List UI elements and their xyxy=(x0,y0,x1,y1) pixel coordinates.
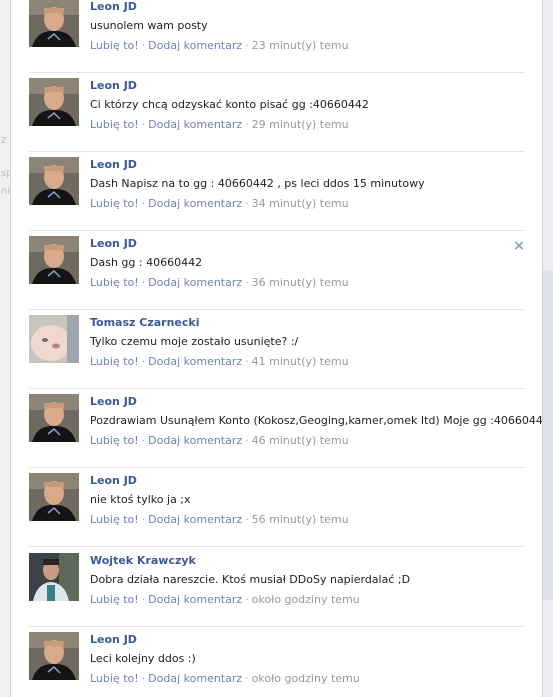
comment-author-link[interactable]: Leon JD xyxy=(90,158,137,171)
comment-timestamp: 34 minut(y) temu xyxy=(251,197,349,210)
add-comment-link[interactable]: Dodaj komentarz xyxy=(148,276,242,289)
comment-timestamp: około godziny temu xyxy=(251,672,360,685)
avatar[interactable] xyxy=(29,632,79,680)
comment-actions: Lubię to! · Dodaj komentarz · 29 minut(y) te… xyxy=(90,118,349,131)
avatar[interactable] xyxy=(29,236,79,284)
separator-dot: · xyxy=(245,197,249,210)
comment-item: Leon JD usunolem wam posty Lubię to! · Dod… xyxy=(29,0,525,73)
comment-text: Tylko czemu moje zostało usunięte? :/ xyxy=(90,335,299,348)
add-comment-link[interactable]: Dodaj komentarz xyxy=(148,197,242,210)
separator-dot: · xyxy=(141,276,146,289)
avatar[interactable] xyxy=(29,394,79,442)
like-link[interactable]: Lubię to! xyxy=(90,672,139,685)
add-comment-link[interactable]: Dodaj komentarz xyxy=(148,118,242,131)
like-link[interactable]: Lubię to! xyxy=(90,197,139,210)
comment-actions: Lubię to! · Dodaj komentarz · 23 minut(y) te… xyxy=(90,39,349,52)
comment-actions: Lubię to! · Dodaj komentarz · 46 minut(y) te… xyxy=(90,434,349,447)
add-comment-link[interactable]: Dodaj komentarz xyxy=(148,513,242,526)
comment-timestamp: 56 minut(y) temu xyxy=(251,513,349,526)
like-link[interactable]: Lubię to! xyxy=(90,39,139,52)
avatar[interactable] xyxy=(29,473,79,521)
like-link[interactable]: Lubię to! xyxy=(90,434,139,447)
like-link[interactable]: Lubię to! xyxy=(90,513,139,526)
comments-panel: Leon JD usunolem wam posty Lubię to! · Dod… xyxy=(10,0,543,697)
add-comment-link[interactable]: Dodaj komentarz xyxy=(148,434,242,447)
separator-dot: · xyxy=(141,672,146,685)
comment-item: Leon JD Leci kolejny ddos :) Lubię to! · D… xyxy=(29,627,525,697)
comment-item: Leon JD Ci którzy chcą odzyskać konto pi… xyxy=(29,73,525,152)
comment-text: Ci którzy chcą odzyskać konto pisać gg :… xyxy=(90,98,369,111)
add-comment-link[interactable]: Dodaj komentarz xyxy=(148,672,242,685)
separator-dot: · xyxy=(141,39,146,52)
comment-author-link[interactable]: Leon JD xyxy=(90,0,137,13)
comment-author-link[interactable]: Wojtek Krawczyk xyxy=(90,554,196,567)
separator-dot: · xyxy=(141,355,146,368)
add-comment-link[interactable]: Dodaj komentarz xyxy=(148,593,242,606)
comment-actions: Lubię to! · Dodaj komentarz · 41 minut(y) te… xyxy=(90,355,349,368)
comment-item: Leon JD Pozdrawiam Usunąłem Konto (Kokos… xyxy=(29,389,542,468)
comment-author-link[interactable]: Leon JD xyxy=(90,633,137,646)
comment-timestamp: 41 minut(y) temu xyxy=(251,355,349,368)
comment-divider xyxy=(29,546,525,547)
separator-dot: · xyxy=(141,434,146,447)
background-fragment: ni xyxy=(1,186,11,197)
comment-author-link[interactable]: Leon JD xyxy=(90,79,137,92)
comment-text: Leci kolejny ddos :) xyxy=(90,652,196,665)
comment-item: Tomasz Czarnecki Tylko czemu moje został… xyxy=(29,310,525,389)
like-link[interactable]: Lubię to! xyxy=(90,593,139,606)
separator-dot: · xyxy=(245,355,249,368)
separator-dot: · xyxy=(141,513,146,526)
comment-text: usunolem wam posty xyxy=(90,19,208,32)
comment-author-link[interactable]: Leon JD xyxy=(90,395,137,408)
avatar[interactable] xyxy=(29,553,79,601)
comment-actions: Lubię to! · Dodaj komentarz · 34 minut(y) te… xyxy=(90,197,349,210)
comment-timestamp: 23 minut(y) temu xyxy=(251,39,349,52)
comment-author-link[interactable]: Leon JD xyxy=(90,237,137,250)
remove-comment-icon[interactable]: × xyxy=(513,239,525,253)
comment-item: Leon JD Dash Napisz na to gg : 40660442 … xyxy=(29,152,525,231)
separator-dot: · xyxy=(245,672,249,685)
add-comment-link[interactable]: Dodaj komentarz xyxy=(148,39,242,52)
separator-dot: · xyxy=(245,593,249,606)
background-fragment: z xyxy=(1,135,7,146)
separator-dot: · xyxy=(245,276,249,289)
comment-text: Dash Napisz na to gg : 40660442 , ps lec… xyxy=(90,177,425,190)
avatar[interactable] xyxy=(29,157,79,205)
comment-item: Leon JD Dash gg : 40660442 Lubię to! · Dod… xyxy=(29,231,525,310)
comment-timestamp: 46 minut(y) temu xyxy=(251,434,349,447)
comment-actions: Lubię to! · Dodaj komentarz · około godziny … xyxy=(90,593,360,606)
separator-dot: · xyxy=(141,197,146,210)
comment-actions: Lubię to! · Dodaj komentarz · 36 minut(y) te… xyxy=(90,276,349,289)
comment-text: nie ktoś tylko ja ;x xyxy=(90,493,191,506)
separator-dot: · xyxy=(245,513,249,526)
separator-dot: · xyxy=(141,118,146,131)
comment-text: Pozdrawiam Usunąłem Konto (Kokosz,Geogin… xyxy=(90,414,543,427)
separator-dot: · xyxy=(245,118,249,131)
separator-dot: · xyxy=(245,39,249,52)
comment-item: Leon JD nie ktoś tylko ja ;x Lubię to! · D… xyxy=(29,468,525,547)
avatar[interactable] xyxy=(29,0,79,47)
like-link[interactable]: Lubię to! xyxy=(90,118,139,131)
like-link[interactable]: Lubię to! xyxy=(90,355,139,368)
comment-actions: Lubię to! · Dodaj komentarz · około godziny … xyxy=(90,672,360,685)
add-comment-link[interactable]: Dodaj komentarz xyxy=(148,355,242,368)
comment-author-link[interactable]: Tomasz Czarnecki xyxy=(90,316,199,329)
comment-item: Wojtek Krawczyk Dobra działa nareszcie. … xyxy=(29,548,525,627)
separator-dot: · xyxy=(141,593,146,606)
background-strip xyxy=(542,270,553,600)
avatar[interactable] xyxy=(29,315,79,363)
comment-timestamp: 36 minut(y) temu xyxy=(251,276,349,289)
comment-text: Dobra działa nareszcie. Ktoś musiał DDoS… xyxy=(90,573,411,586)
comment-author-link[interactable]: Leon JD xyxy=(90,474,137,487)
like-link[interactable]: Lubię to! xyxy=(90,276,139,289)
avatar[interactable] xyxy=(29,78,79,126)
comment-text: Dash gg : 40660442 xyxy=(90,256,203,269)
separator-dot: · xyxy=(245,434,249,447)
comment-actions: Lubię to! · Dodaj komentarz · 56 minut(y) te… xyxy=(90,513,349,526)
comment-timestamp: około godziny temu xyxy=(251,593,360,606)
comment-timestamp: 29 minut(y) temu xyxy=(251,118,349,131)
